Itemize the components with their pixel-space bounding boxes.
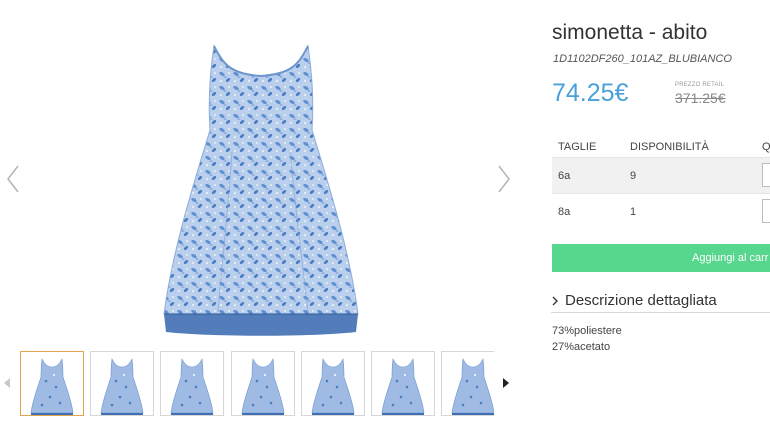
- chevron-right-icon: [551, 296, 559, 306]
- composition-line: 27%acetato: [552, 341, 611, 353]
- quantity-input[interactable]: [762, 199, 770, 223]
- thumbs-prev-button[interactable]: [2, 376, 12, 390]
- dress-thumbnail-image: [30, 358, 74, 415]
- triangle-right-icon: [503, 378, 509, 388]
- thumbnail[interactable]: [20, 351, 84, 416]
- row-availability: 9: [630, 170, 637, 182]
- product-price: 74.25€: [552, 79, 629, 107]
- row-size: 6a: [558, 170, 571, 182]
- product-main-image: [162, 42, 360, 338]
- gallery-prev-button[interactable]: [4, 164, 22, 194]
- product-sku: 1D1102DF260_101AZ_BLUBIANCO: [553, 53, 732, 65]
- add-to-cart-button[interactable]: Aggiungi al carr: [552, 244, 770, 272]
- table-row: 6a 9: [552, 157, 770, 193]
- thumbnail[interactable]: [300, 351, 365, 416]
- sizes-table-header: TAGLIE DISPONIBILITÀ Q: [552, 137, 770, 157]
- dress-image: [163, 44, 359, 336]
- dress-thumbnail-image: [171, 358, 214, 415]
- product-title: simonetta - abito: [552, 21, 708, 44]
- thumbnail[interactable]: [441, 351, 494, 416]
- thumbnail-strip: [20, 351, 494, 419]
- dress-thumbnail-image: [311, 358, 355, 415]
- row-size: 8a: [558, 206, 571, 218]
- header-size: TAGLIE: [558, 141, 597, 153]
- dress-thumbnail-image: [241, 358, 284, 415]
- quantity-input[interactable]: [762, 163, 770, 187]
- retail-price: 371.25€: [675, 90, 726, 106]
- row-availability: 1: [630, 206, 637, 218]
- chevron-left-icon: [7, 165, 19, 193]
- header-quantity: Q: [762, 141, 770, 153]
- dress-thumbnail-image: [451, 358, 494, 415]
- thumbnail[interactable]: [90, 351, 155, 416]
- thumbnail[interactable]: [230, 351, 295, 416]
- dress-thumbnail-image: [381, 358, 425, 415]
- chevron-right-icon: [498, 165, 510, 193]
- retail-price-label: PREZZO RETAIL: [675, 82, 725, 88]
- thumbnail[interactable]: [160, 351, 225, 416]
- description-toggle-label: Descrizione dettagliata: [565, 292, 717, 309]
- dress-thumbnail-image: [100, 358, 144, 415]
- composition-line: 73%poliestere: [552, 325, 622, 337]
- gallery-next-button[interactable]: [495, 164, 513, 194]
- header-availability: DISPONIBILITÀ: [630, 141, 709, 153]
- triangle-left-icon: [4, 378, 10, 388]
- sizes-table: TAGLIE DISPONIBILITÀ Q 6a 9 8a 1: [552, 137, 770, 229]
- composition-text: 73%poliestere 27%acetato: [552, 323, 622, 355]
- thumbs-next-button[interactable]: [501, 376, 511, 390]
- description-toggle[interactable]: Descrizione dettagliata: [551, 289, 770, 313]
- thumbnail[interactable]: [371, 351, 435, 416]
- table-row: 8a 1: [552, 193, 770, 229]
- product-page: simonetta - abito 1D1102DF260_101AZ_BLUB…: [0, 0, 770, 428]
